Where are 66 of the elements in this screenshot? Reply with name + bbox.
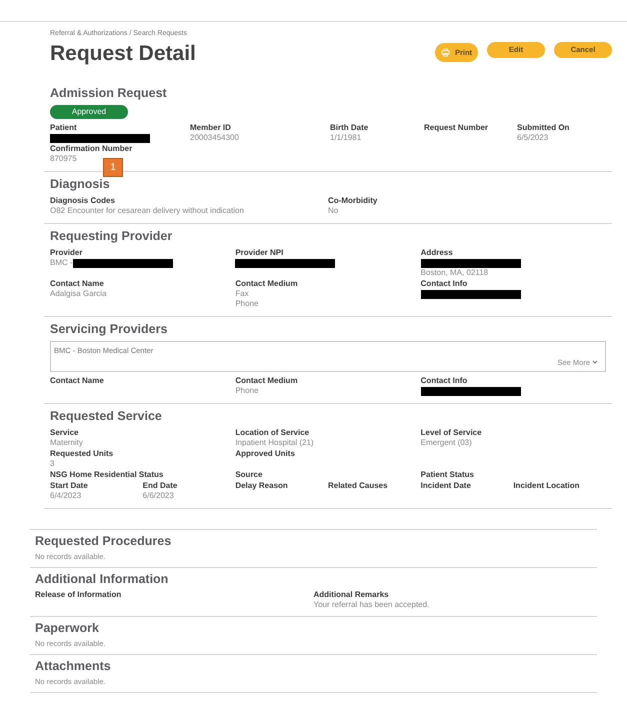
field-label: Member ID	[190, 123, 232, 133]
field-value: Emergent (03)	[420, 438, 472, 448]
field-value: 6/5/2023	[517, 133, 548, 143]
annotation-marker: 1	[103, 158, 123, 177]
field-label: Birth Date	[330, 123, 370, 133]
section-heading: Requested Service	[50, 409, 163, 424]
field-value: Inpatient Hospital (21)	[235, 438, 314, 448]
field-value: Fax	[235, 289, 249, 299]
field-label: Additional Remarks	[314, 590, 390, 600]
section-heading: Attachments	[35, 659, 112, 674]
field-label: Incident Location	[513, 481, 581, 491]
field-value: No	[328, 206, 338, 216]
field-value: 870975	[50, 154, 77, 164]
field-label: Contact Info	[420, 376, 468, 386]
section-heading: Diagnosis	[50, 177, 111, 192]
section-heading: Admission Request	[50, 86, 168, 101]
field-value: 20003454300	[190, 133, 239, 143]
field-label: End Date	[142, 481, 178, 491]
field-label: Location of Service	[235, 428, 310, 438]
field-label: Submitted On	[517, 123, 570, 133]
field-label: Start Date	[50, 481, 89, 491]
field-label: Release of Information	[35, 590, 122, 600]
field-label: Address	[420, 248, 454, 258]
field-label: Co-Morbidity	[328, 196, 378, 206]
field-label: Contact Info	[420, 279, 468, 289]
field-label: Contact Medium	[235, 279, 299, 289]
field-value: Phone	[235, 386, 258, 396]
page-title: Request Detail	[50, 41, 196, 67]
field-label: Patient	[50, 123, 78, 133]
field-value: 3	[50, 459, 54, 469]
field-label: Source	[235, 470, 264, 480]
field-label: Service	[50, 428, 80, 438]
field-label: NSG Home Residential Status	[50, 470, 164, 480]
section-heading: Servicing Providers	[50, 322, 168, 337]
status-badge: Approved	[50, 105, 128, 119]
chevron-down-icon	[592, 360, 598, 364]
field-value: Your referral has been accepted.	[314, 600, 430, 610]
section-heading: Additional Information	[35, 572, 170, 587]
section-heading: Requesting Provider	[50, 229, 174, 244]
field-value: Maternity	[50, 438, 83, 448]
section-heading: Paperwork	[35, 621, 100, 636]
field-label: Patient Status	[420, 470, 475, 480]
field-label: Delay Reason	[235, 481, 289, 491]
field-label: Level of Service	[420, 428, 483, 438]
field-label: Confirmation Number	[50, 144, 134, 154]
section-heading: Requested Procedures	[35, 534, 172, 549]
field-label: Provider NPI	[235, 248, 284, 258]
field-value: 1/1/1981	[330, 133, 362, 143]
field-value: 6/6/2023	[142, 491, 174, 501]
field-label: Incident Date	[420, 481, 472, 491]
field-value: BMC -	[50, 258, 73, 268]
field-value: Boston, MA, 02118	[420, 268, 488, 278]
field-label: Contact Name	[50, 376, 105, 386]
printer-icon	[440, 48, 450, 57]
field-value: Adalgisa Garcia	[50, 289, 106, 299]
field-value: Phone	[235, 299, 258, 309]
field-label: Requested Units	[50, 449, 114, 459]
field-label: Provider	[50, 248, 84, 258]
field-label: Diagnosis Codes	[50, 196, 116, 206]
field-label: Contact Name	[50, 279, 105, 289]
field-label: Contact Medium	[235, 376, 299, 386]
field-value: O82 Encounter for cesarean delivery without indication	[50, 206, 244, 216]
field-label: Request Number	[424, 123, 490, 133]
field-label: Approved Units	[235, 449, 296, 459]
field-label: Related Causes	[328, 481, 389, 491]
field-value: 6/4/2023	[50, 491, 82, 501]
